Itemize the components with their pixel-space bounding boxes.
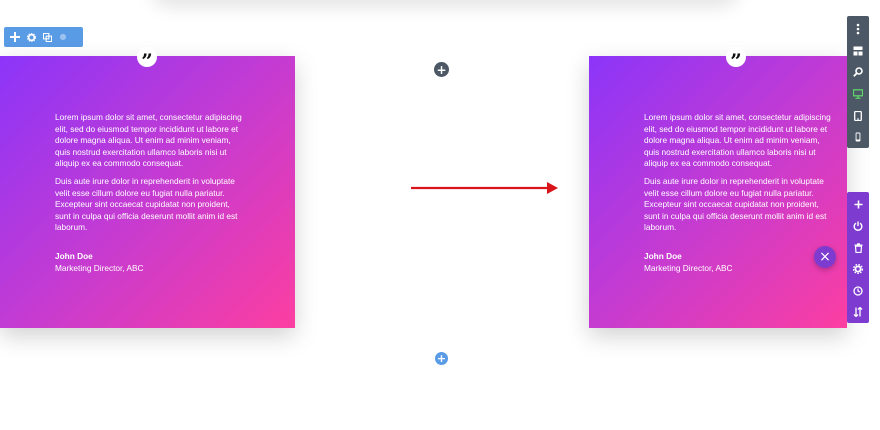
testimonial-paragraph-1: Lorem ipsum dolor sit amet, consectetur …	[644, 112, 831, 169]
module-toolbar: ●	[4, 27, 83, 47]
more-icon[interactable]: ●	[56, 29, 70, 45]
testimonial-content: Lorem ipsum dolor sit amet, consectetur …	[55, 112, 245, 274]
quote-glyph: ”	[730, 48, 742, 73]
add-module-button[interactable]: +	[435, 352, 448, 365]
trash-icon[interactable]	[847, 237, 869, 259]
layout-icon[interactable]	[847, 40, 869, 62]
more-vertical-icon[interactable]	[847, 18, 869, 40]
close-icon: ×	[819, 249, 831, 265]
add-icon[interactable]	[847, 194, 869, 216]
page-settings-bar	[847, 16, 869, 148]
tablet-icon[interactable]	[847, 105, 869, 127]
transition-arrow-icon	[411, 182, 558, 194]
quote-icon: ”	[137, 47, 157, 71]
gear-icon[interactable]	[24, 29, 38, 45]
testimonial-author: John Doe	[644, 250, 682, 261]
add-row-button[interactable]: +	[434, 62, 449, 77]
testimonial-card-after[interactable]: ” Lorem ipsum dolor sit amet, consectetu…	[589, 47, 847, 328]
history-icon[interactable]	[847, 280, 869, 302]
testimonial-paragraph-2: Duis aute irure dolor in reprehenderit i…	[644, 175, 827, 233]
phone-icon[interactable]	[847, 126, 869, 148]
sort-icon[interactable]	[847, 302, 869, 324]
testimonial-paragraph-2: Duis aute irure dolor in reprehenderit i…	[55, 175, 238, 233]
zoom-icon[interactable]	[847, 61, 869, 83]
gear-icon[interactable]	[847, 259, 869, 281]
close-button[interactable]: ×	[814, 246, 836, 268]
testimonial-role: Marketing Director, ABC	[55, 262, 144, 273]
move-icon[interactable]	[8, 29, 22, 45]
testimonial-paragraph-1: Lorem ipsum dolor sit amet, consectetur …	[55, 112, 242, 169]
testimonial-author: John Doe	[55, 250, 93, 261]
plus-icon: +	[436, 352, 447, 365]
desktop-icon[interactable]	[847, 83, 869, 105]
testimonial-card-before[interactable]: ” Lorem ipsum dolor sit amet, consectetu…	[0, 47, 295, 328]
module-actions-bar	[847, 192, 869, 323]
power-icon[interactable]	[847, 216, 869, 238]
quote-glyph: ”	[141, 48, 153, 73]
quote-icon: ”	[726, 47, 746, 71]
testimonial-role: Marketing Director, ABC	[644, 262, 733, 273]
plus-icon: +	[436, 62, 447, 77]
duplicate-icon[interactable]	[40, 29, 54, 45]
testimonial-content: Lorem ipsum dolor sit amet, consectetur …	[644, 112, 832, 274]
